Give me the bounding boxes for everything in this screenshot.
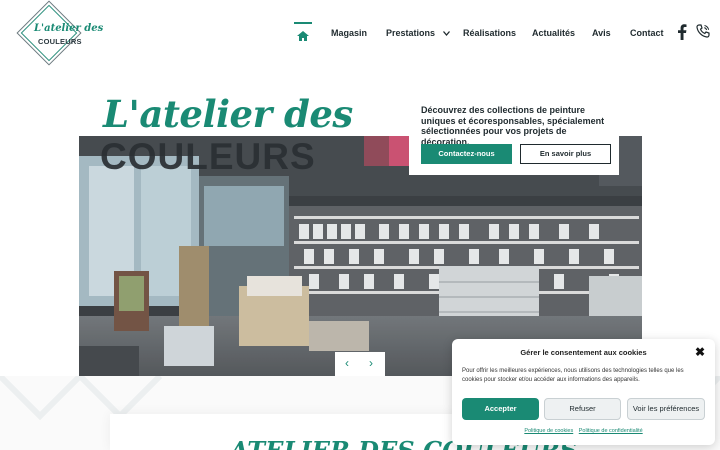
- hero-title-caps: COULEURS: [100, 136, 316, 177]
- contact-button[interactable]: Contactez-nous: [421, 144, 512, 164]
- nav-item-label: Prestations: [386, 28, 436, 38]
- nav-item-realisations[interactable]: Réalisations: [463, 28, 516, 38]
- nav-home[interactable]: [294, 22, 312, 44]
- cookie-title: Gérer le consentement aux cookies: [520, 348, 647, 357]
- nav-item-magasin[interactable]: Magasin: [331, 28, 367, 38]
- cookie-consent-dialog: Gérer le consentement aux cookies ✖ Pour…: [452, 339, 715, 445]
- site-header: L'atelier des COULEURS Magasin Prestatio…: [0, 0, 720, 68]
- cookie-policy-link[interactable]: Politique de cookies: [524, 428, 573, 434]
- slider-nav: ‹ ›: [335, 352, 385, 376]
- cookie-message: Pour offrir les meilleures expériences, …: [462, 368, 684, 383]
- learn-more-button[interactable]: En savoir plus: [520, 144, 611, 164]
- hero-description: Découvrez des collections de peinture un…: [421, 105, 605, 147]
- accept-button[interactable]: Accepter: [462, 398, 539, 420]
- chevron-down-icon: [442, 31, 450, 37]
- cookie-links: Politique de cookies Politique de confid…: [452, 428, 715, 434]
- close-icon[interactable]: ✖: [695, 345, 705, 359]
- next-arrow-icon[interactable]: ›: [369, 356, 373, 370]
- nav-item-avis[interactable]: Avis: [592, 28, 611, 38]
- logo-line2: COULEURS: [38, 37, 82, 46]
- phone-icon[interactable]: [696, 24, 710, 44]
- home-icon: [297, 31, 309, 41]
- refuse-button[interactable]: Refuser: [544, 398, 621, 420]
- nav-item-actualites[interactable]: Actualités: [532, 28, 575, 38]
- logo-line1: L'atelier des: [34, 23, 104, 34]
- hero-card: Découvrez des collections de peinture un…: [409, 97, 619, 175]
- nav-item-prestations[interactable]: Prestations: [386, 28, 450, 38]
- hero-title-script: L'atelier des: [103, 92, 353, 136]
- privacy-policy-link[interactable]: Politique de confidentialité: [579, 428, 643, 434]
- prev-arrow-icon[interactable]: ‹: [345, 356, 349, 370]
- site-logo[interactable]: L'atelier des COULEURS: [16, 0, 103, 66]
- preferences-button[interactable]: Voir les préférences: [627, 398, 705, 420]
- nav-item-contact[interactable]: Contact: [630, 28, 664, 38]
- facebook-icon[interactable]: [677, 24, 687, 45]
